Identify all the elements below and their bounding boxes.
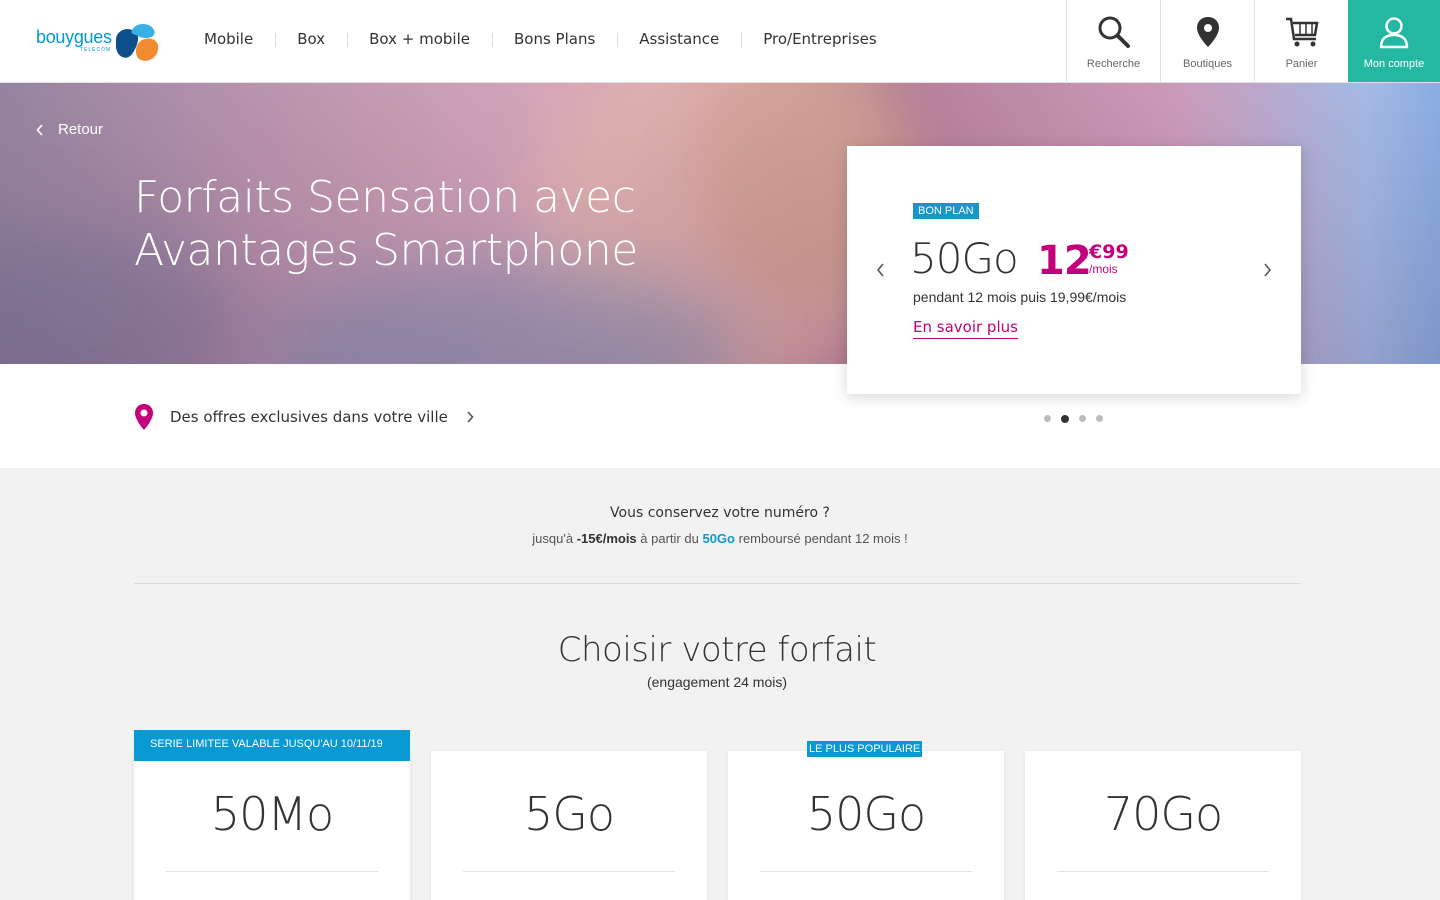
offer-price: 12 [1037,238,1092,284]
most-popular-badge: LE PLUS POPULAIRE [807,741,923,757]
search-label: Recherche [1086,58,1141,70]
offer-data-amount: 50Go [910,234,1019,283]
carousel-dot[interactable] [1044,415,1051,422]
offer-carousel-card: BON PLAN 50Go 12 €99 /mois pendant 12 mo… [847,146,1301,394]
keep-number-subtitle: jusqu'à -15€/mois à partir du 50Go rembo… [0,531,1440,546]
plan-divider [166,871,378,872]
carousel-dot-active[interactable] [1061,414,1069,423]
stores-button[interactable]: Boutiques [1160,0,1254,82]
cart-button[interactable]: Panier [1254,0,1348,82]
keep-number-amount: -15€/mois [576,531,637,546]
header-tools: Recherche Boutiques Panier Mon compte [1066,0,1440,82]
logo-subtitle: TELECOM [80,47,112,53]
chevron-left-icon [36,123,43,136]
carousel-dot[interactable] [1096,415,1103,422]
plan-card-70go[interactable]: 70Go [1025,751,1301,900]
city-offers-label: Des offres exclusives dans votre ville [170,408,448,426]
plan-name: 5Go [523,787,615,841]
hero-title: Forfaits Sensation avec Avantages Smartp… [134,172,638,276]
limited-series-banner: SERIE LIMITEE VALABLE JUSQU'AU 10/11/19 [134,730,410,761]
carousel-pagination [1044,414,1103,423]
back-link[interactable]: Retour [36,121,103,138]
keep-number-suffix: remboursé pendant 12 mois ! [738,531,908,546]
nav-item-bons-plans[interactable]: Bons Plans [491,30,617,48]
search-button[interactable]: Recherche [1066,0,1160,82]
keep-number-plan: 50Go [702,531,735,546]
account-button[interactable]: Mon compte [1348,0,1440,82]
user-icon [1379,17,1409,49]
site-header: bouygues TELECOM Mobile Box Box + mobile… [0,0,1440,83]
section-divider [134,583,1301,584]
plan-divider [463,871,675,872]
nav-item-pro-entreprises[interactable]: Pro/Entreprises [741,30,899,48]
offer-price-period: /mois [1089,262,1118,276]
offer-price-cents: €99 [1089,241,1129,263]
plan-card-50go[interactable]: 50Go [728,751,1004,900]
logo-mark-icon [116,24,159,61]
search-icon [1098,16,1130,48]
plan-card-50mo[interactable]: 50Mo [134,751,410,900]
map-pin-icon [135,404,153,430]
choose-plan-subtitle: (engagement 24 mois) [646,674,788,690]
map-pin-icon [1196,17,1219,47]
stores-label: Boutiques [1183,58,1232,70]
plan-card-5go[interactable]: 5Go [431,751,707,900]
plan-divider [760,871,972,872]
plan-name: 50Go [806,787,926,841]
chevron-left-icon[interactable] [875,262,885,278]
choose-plan-title: Choisir votre forfait [557,630,877,670]
plan-name: 50Mo [210,787,334,841]
nav-item-box-mobile[interactable]: Box + mobile [347,30,492,48]
cart-label: Panier [1285,58,1318,70]
offer-detail: pendant 12 mois puis 19,99€/mois [913,289,1127,305]
keep-number-middle: à partir du [640,531,699,546]
keep-number-title: Vous conservez votre numéro ? [610,505,830,521]
city-offers-link[interactable]: Des offres exclusives dans votre ville [134,403,474,431]
nav-item-mobile[interactable]: Mobile [182,30,275,48]
chevron-right-icon[interactable] [1263,262,1273,278]
cart-icon [1285,17,1318,47]
bouygues-logo[interactable]: bouygues TELECOM [36,22,166,64]
keep-number-prefix: jusqu'à [532,531,574,546]
account-label: Mon compte [1363,58,1425,70]
nav-item-assistance[interactable]: Assistance [617,30,741,48]
chevron-right-icon [467,411,474,423]
plan-divider [1057,871,1269,872]
bon-plan-badge: BON PLAN [913,203,979,219]
plan-name: 70Go [1103,787,1223,841]
back-label: Retour [58,121,104,138]
carousel-dot[interactable] [1079,415,1086,422]
logo-wordmark: bouygues [36,27,112,47]
learn-more-link[interactable]: En savoir plus [913,318,1018,339]
main-nav: Mobile Box Box + mobile Bons Plans Assis… [182,30,899,48]
nav-item-box[interactable]: Box [275,30,347,48]
